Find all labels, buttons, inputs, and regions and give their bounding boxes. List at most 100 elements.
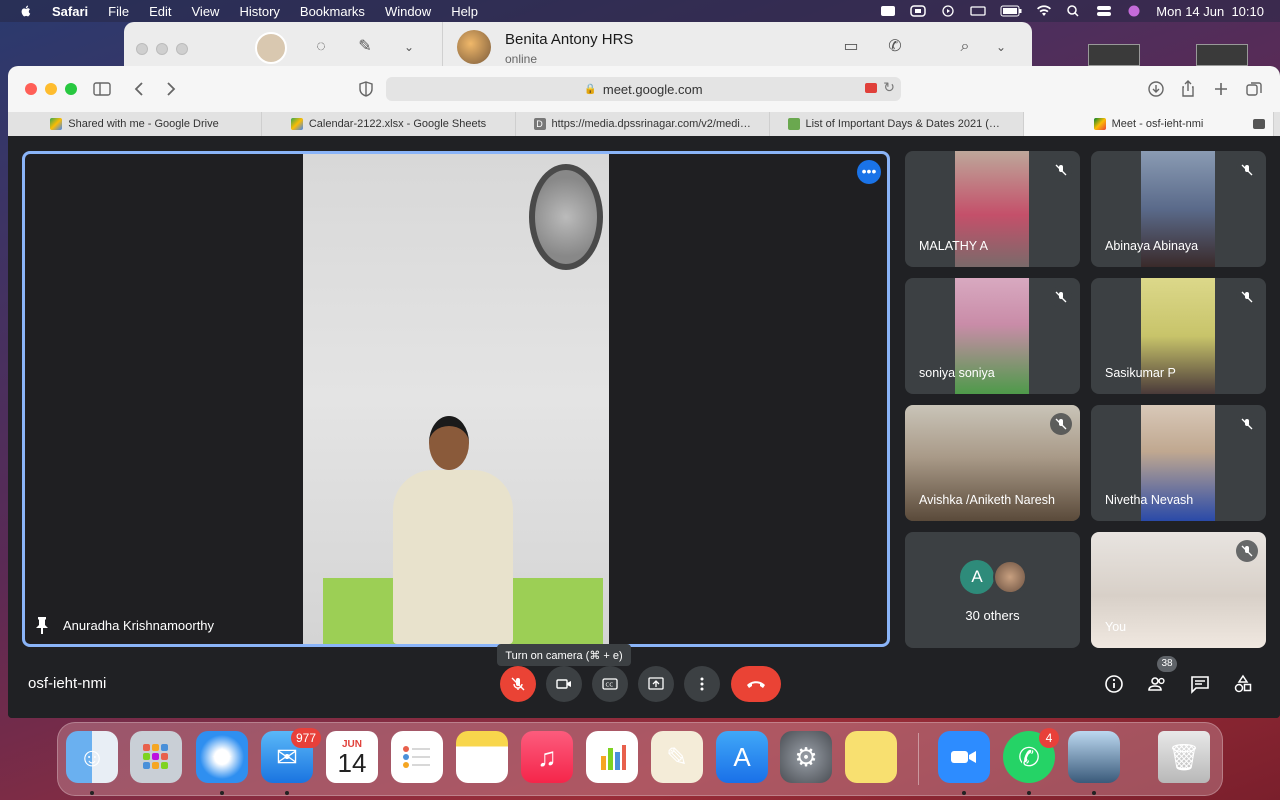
tab-overview-icon[interactable] — [1244, 79, 1264, 99]
chevron-down-icon[interactable]: ⌄ — [400, 38, 418, 56]
activities-button[interactable] — [1231, 672, 1255, 696]
pages-icon[interactable]: ✎ — [651, 731, 703, 783]
keyboard-input-icon[interactable] — [970, 5, 986, 17]
share-icon[interactable] — [1178, 79, 1198, 99]
window-controls[interactable] — [136, 43, 188, 55]
menu-edit[interactable]: Edit — [149, 4, 171, 19]
tab-google-drive[interactable]: Shared with me - Google Drive — [8, 112, 262, 136]
minimize-window-button[interactable] — [45, 83, 57, 95]
control-center-icon[interactable] — [1096, 5, 1112, 17]
battery-icon[interactable] — [1000, 5, 1022, 17]
menu-history[interactable]: History — [239, 4, 279, 19]
music-icon[interactable]: ♫ — [521, 731, 573, 783]
new-tab-icon[interactable] — [1211, 79, 1231, 99]
participant-name: Avishka /Aniketh Naresh — [919, 493, 1055, 507]
apple-icon[interactable] — [18, 4, 34, 18]
siri-icon[interactable] — [1126, 5, 1142, 17]
mic-toggle-button[interactable] — [500, 666, 536, 702]
screen-recording-icon[interactable] — [880, 5, 896, 17]
present-screen-button[interactable] — [638, 666, 674, 702]
voice-call-icon[interactable]: ✆ — [886, 38, 904, 56]
others-tile[interactable]: A 30 others — [905, 532, 1080, 648]
stickies-icon[interactable] — [845, 731, 897, 783]
numbers-icon[interactable] — [586, 731, 638, 783]
new-chat-icon[interactable]: ✎ — [356, 38, 374, 56]
reminders-icon[interactable] — [391, 731, 443, 783]
main-speaker-tile[interactable]: ••• Anuradha Krishnamoorthy — [22, 151, 890, 647]
contact-name[interactable]: Benita Antony HRS — [505, 31, 633, 48]
menubar-clock[interactable]: Mon 14 Jun 10:10 — [1156, 4, 1264, 19]
tab-bar: Shared with me - Google Drive Calendar-2… — [8, 112, 1280, 136]
menu-bookmarks[interactable]: Bookmarks — [300, 4, 365, 19]
downloads-icon[interactable] — [1146, 79, 1166, 99]
camera-in-use-icon[interactable] — [865, 83, 877, 93]
zoom-window-button[interactable] — [65, 83, 77, 95]
menu-app-name[interactable]: Safari — [52, 4, 88, 19]
preview-icon[interactable] — [1068, 731, 1120, 783]
url-text[interactable]: meet.google.com — [603, 82, 703, 97]
notes-icon[interactable] — [456, 731, 508, 783]
launchpad-icon[interactable] — [130, 731, 182, 783]
window-thumbnail[interactable] — [1196, 44, 1248, 66]
captions-button[interactable]: CC — [592, 666, 628, 702]
browser-toolbar: 🔒 meet.google.com ↻ — [8, 66, 1280, 112]
app-store-icon[interactable]: A — [716, 731, 768, 783]
spotlight-search-icon[interactable] — [1066, 5, 1082, 17]
tab-google-sheets[interactable]: Calendar-2122.xlsx - Google Sheets — [262, 112, 516, 136]
menu-help[interactable]: Help — [451, 4, 478, 19]
status-icon[interactable]: ◌ — [312, 38, 330, 56]
participant-tile[interactable]: MALATHY A — [905, 151, 1080, 267]
close-window-button[interactable] — [25, 83, 37, 95]
finder-icon[interactable]: ☺ — [66, 731, 118, 783]
profile-avatar[interactable] — [255, 32, 287, 64]
window-controls — [25, 83, 77, 95]
chevron-down-icon[interactable]: ⌄ — [992, 38, 1010, 56]
forward-icon[interactable] — [160, 79, 180, 99]
participant-name: soniya soniya — [919, 366, 995, 380]
privacy-shield-icon[interactable] — [356, 79, 376, 99]
camera-in-use-icon[interactable] — [1253, 119, 1265, 129]
meeting-details-button[interactable] — [1102, 672, 1126, 696]
participant-tile[interactable]: soniya soniya — [905, 278, 1080, 394]
window-thumbnail[interactable] — [1088, 44, 1140, 66]
main-speaker-name: Anuradha Krishnamoorthy — [63, 618, 215, 633]
system-preferences-icon[interactable]: ⚙ — [780, 731, 832, 783]
address-bar[interactable]: 🔒 meet.google.com ↻ — [386, 77, 901, 101]
more-options-button[interactable] — [684, 666, 720, 702]
reload-icon[interactable]: ↻ — [883, 79, 895, 96]
participant-tile[interactable]: Abinaya Abinaya — [1091, 151, 1266, 267]
participant-tile[interactable]: Sasikumar P — [1091, 278, 1266, 394]
more-options-icon[interactable]: ••• — [857, 160, 881, 184]
chat-button[interactable] — [1188, 672, 1212, 696]
sidebar-toggle-icon[interactable] — [92, 79, 112, 99]
participant-tile[interactable]: Avishka /Aniketh Naresh — [905, 405, 1080, 521]
contact-avatar[interactable] — [457, 30, 491, 64]
tab-google-meet[interactable]: Meet - osf-ieht-nmi — [1024, 112, 1274, 136]
wifi-icon[interactable] — [1036, 5, 1052, 17]
people-button[interactable] — [1145, 672, 1169, 696]
menu-window[interactable]: Window — [385, 4, 431, 19]
self-view-tile[interactable]: You — [1091, 532, 1266, 648]
pin-icon[interactable] — [35, 616, 49, 634]
camera-toggle-button[interactable] — [546, 666, 582, 702]
search-icon[interactable]: ⌕ — [956, 38, 974, 56]
trash-icon[interactable]: 🗑 — [1158, 731, 1210, 783]
lock-icon: 🔒 — [584, 83, 597, 95]
captions-icon: CC — [602, 678, 618, 690]
leave-call-button[interactable] — [731, 666, 781, 702]
safari-icon[interactable]: ✦ — [196, 731, 248, 783]
facetime-status-icon[interactable] — [910, 5, 927, 17]
back-icon[interactable] — [130, 79, 150, 99]
zoom-icon[interactable] — [938, 731, 990, 783]
play-circle-icon[interactable] — [940, 5, 956, 17]
participant-tile[interactable]: Nivetha Nevash — [1091, 405, 1266, 521]
tab-important-days[interactable]: List of Important Days & Dates 2021 (Nat… — [770, 112, 1024, 136]
menu-view[interactable]: View — [192, 4, 220, 19]
shapes-icon — [1234, 674, 1252, 693]
calendar-icon[interactable]: JUN 14 — [326, 731, 378, 783]
tab-media-link[interactable]: D https://media.dpssrinagar.com/v2/media… — [516, 112, 770, 136]
video-call-icon[interactable]: ▭ — [842, 38, 860, 56]
meet-stage: ••• Anuradha Krishnamoorthy MALATHY A Ab… — [8, 136, 1280, 718]
mic-off-icon — [1050, 159, 1072, 181]
menu-file[interactable]: File — [108, 4, 129, 19]
